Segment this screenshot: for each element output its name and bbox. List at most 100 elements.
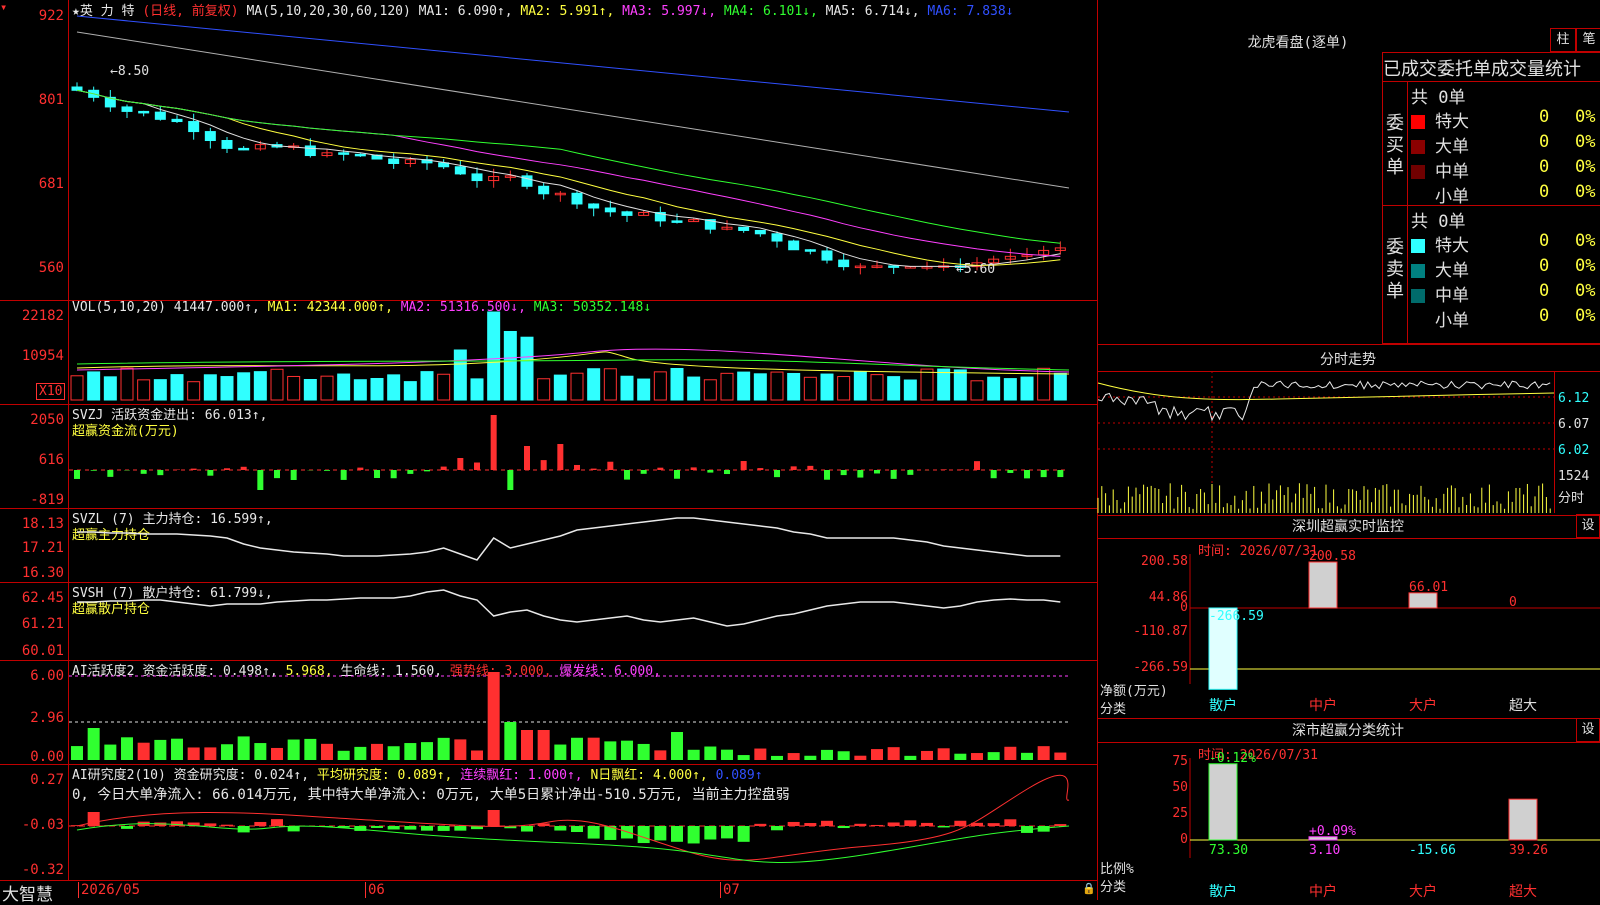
- svzj-bar: [491, 415, 497, 470]
- intraday-y-label: 6.12: [1558, 391, 1589, 406]
- volume-bar: [604, 369, 616, 400]
- svzj-bar: [691, 467, 697, 470]
- research-bar: [271, 819, 283, 826]
- intraday-panel[interactable]: 分时走势 6.12 6.07 6.02 1524 分时: [1098, 344, 1600, 516]
- candle-body: [589, 204, 599, 208]
- color-swatch: [1411, 115, 1425, 129]
- volume-bar: [321, 376, 333, 400]
- lock-icon[interactable]: 🔒: [1082, 882, 1096, 895]
- svzj-bar: [157, 470, 163, 475]
- stats-bar-chart: -0.12%73.30散户+0.09%3.10中户-15.66大户39.26超大: [1098, 718, 1600, 900]
- ai-active-bar: [754, 749, 766, 760]
- volume-bar: [704, 380, 716, 400]
- research-bar: [638, 826, 650, 843]
- svzj-bar: [207, 470, 213, 476]
- stats-value-label: 73.30: [1209, 843, 1248, 858]
- volume-bar: [504, 331, 516, 400]
- order-row-count: 0: [1539, 157, 1549, 177]
- order-row: 小单00%: [1411, 182, 1597, 207]
- volume-bar: [854, 372, 866, 400]
- chart-area[interactable]: 922 801 681 560 ▾ ★英 力 特 (日线, 前复权) MA(5,…: [0, 0, 1098, 900]
- research-bar: [688, 826, 700, 843]
- color-swatch: [1411, 190, 1425, 204]
- volume-bar: [521, 337, 533, 400]
- svzl-panel[interactable]: 18.13 17.21 16.30 SVZL (7) 主力持仓: 16.599↑…: [0, 508, 1097, 583]
- svzj-bar: [1007, 470, 1013, 473]
- price-panel[interactable]: 922 801 681 560 ▾ ★英 力 特 (日线, 前复权) MA(5,…: [0, 0, 1097, 301]
- svzj-bar: [907, 470, 913, 475]
- order-row-count: 0: [1539, 132, 1549, 152]
- ai-active-bar: [521, 730, 533, 760]
- ai-active-panel[interactable]: 6.00 2.96 0.00 AI活跃度2 资金活跃度: 0.498↑, 5.9…: [0, 660, 1097, 765]
- color-swatch: [1411, 289, 1425, 303]
- color-swatch: [1411, 165, 1425, 179]
- order-row-pct: 0%: [1575, 182, 1595, 202]
- ai-active-bar: [538, 730, 550, 760]
- ai-active-bar: [804, 756, 816, 760]
- stats-category: 大户: [1409, 883, 1437, 900]
- research-bar: [821, 821, 833, 826]
- buy-label: 委买单: [1386, 113, 1404, 179]
- svzl-line-path: [77, 518, 1060, 560]
- volume-ma1: [77, 352, 1069, 374]
- candle-body: [222, 141, 232, 149]
- svzj-bar: [457, 458, 463, 470]
- ai-active-bar: [621, 741, 633, 760]
- ai-active-bar: [888, 747, 900, 760]
- intraday-avg-line: [1098, 383, 1554, 400]
- svzl-line: [69, 508, 1097, 582]
- sz-monitor-panel[interactable]: 深圳超赢实时监控 设 时间: 2026/07/31 200.5844.860-1…: [1098, 514, 1600, 719]
- svzj-bar: [741, 461, 747, 470]
- intraday-y-label: 6.07: [1558, 417, 1589, 432]
- svzj-bar: [1024, 470, 1030, 478]
- sz-bar-label: 0: [1509, 595, 1517, 610]
- ai-active-bar: [221, 744, 233, 760]
- svzj-bar: [91, 470, 97, 471]
- ai-active-bar: [554, 745, 566, 760]
- svzj-bar: [707, 470, 713, 473]
- candle-body: [755, 230, 765, 233]
- menu-icon[interactable]: ▾: [0, 0, 7, 14]
- research-bar: [254, 822, 266, 826]
- ai-research-panel[interactable]: 0.27 -0.03 -0.32 AI研究度2(10) 资金研究度: 0.024…: [0, 764, 1097, 881]
- svzj-bar: [407, 470, 413, 474]
- ai-active-bar: [671, 732, 683, 760]
- svzj-bar: [141, 470, 147, 474]
- sz-stats-panel[interactable]: 深市超赢分类统计 设 时间: 2026/07/31 7550250 比例% 分类…: [1098, 718, 1600, 900]
- svzj-panel[interactable]: 2050 616 -819 SVZJ 活跃资金进出: 66.013↑, 超赢资金…: [0, 404, 1097, 509]
- volume-bar: [588, 369, 600, 400]
- svzj-bar: [424, 470, 430, 471]
- ai-active-bar: [388, 746, 400, 760]
- candle-body: [789, 241, 799, 250]
- color-swatch: [1411, 264, 1425, 278]
- bar-mode-button[interactable]: 柱: [1550, 28, 1576, 52]
- svsh-panel[interactable]: 62.45 61.21 60.01 SVSH (7) 散户持仓: 61.799↓…: [0, 582, 1097, 661]
- ma5-line: [77, 32, 1069, 188]
- volume-bar: [988, 377, 1000, 400]
- ai-active-bar: [954, 754, 966, 760]
- candlestick-chart[interactable]: [69, 0, 1097, 300]
- order-row-pct: 0%: [1575, 132, 1595, 152]
- intraday-price-line: [1098, 381, 1550, 420]
- tick-mode-button[interactable]: 笔: [1576, 28, 1600, 52]
- sz-bar-label: 66.01: [1409, 580, 1448, 595]
- ai-active-bar: [271, 748, 283, 760]
- volume-bar: [1021, 377, 1033, 400]
- ai-active-bar: [321, 744, 333, 760]
- ai-active-bars: [69, 660, 1097, 764]
- intraday-vol-label: 1524: [1558, 469, 1589, 484]
- volume-panel[interactable]: 22182 10954 X10 VOL(5,10,20) 41447.000↑,…: [0, 300, 1097, 405]
- ai-active-bar: [588, 738, 600, 760]
- price-y-axis: 922 801 681 560: [0, 0, 69, 300]
- svzj-bar: [541, 460, 547, 470]
- svzj-bar: [857, 470, 863, 478]
- svzj-bar: [257, 470, 263, 490]
- research-bar: [804, 823, 816, 826]
- date-label: 07: [720, 882, 740, 898]
- svzj-bar: [824, 470, 830, 480]
- svzj-bar: [107, 470, 113, 477]
- order-row: 小单00%: [1411, 306, 1597, 331]
- volume-bar: [454, 350, 466, 400]
- dragon-title: 龙虎看盘(逐单): [1198, 32, 1398, 52]
- svzj-bar: [807, 466, 813, 470]
